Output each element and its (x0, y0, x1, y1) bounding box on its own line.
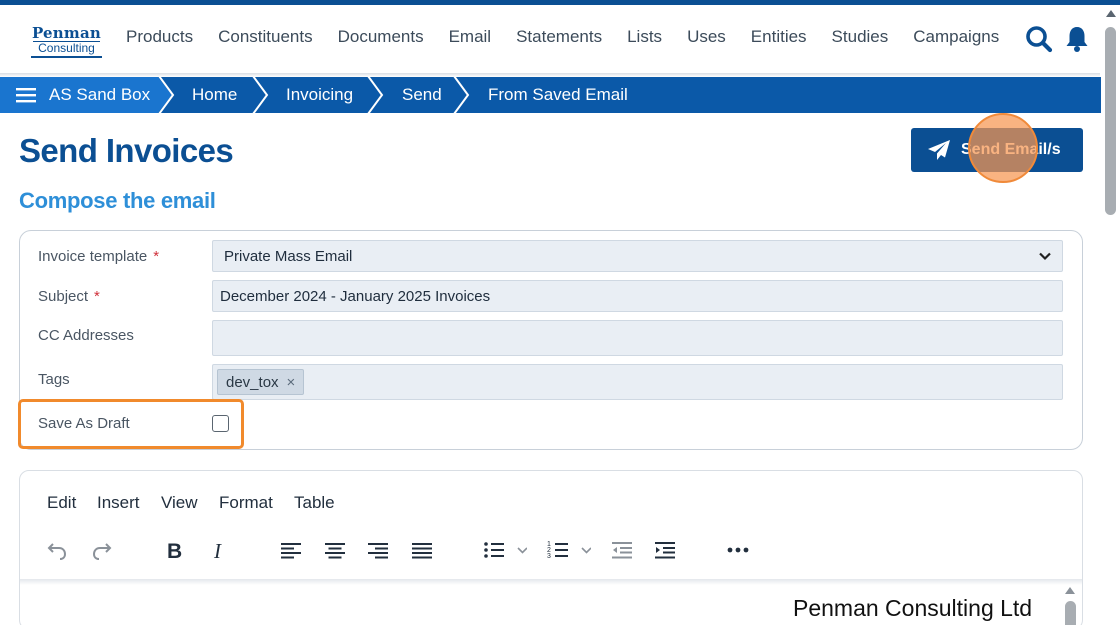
page-scrollbar[interactable] (1101, 5, 1120, 625)
remove-tag-icon[interactable]: × (287, 374, 296, 391)
italic-icon[interactable]: I (209, 539, 231, 566)
section-title: Compose the email (19, 188, 216, 213)
nav-statements[interactable]: Statements (516, 27, 602, 47)
subject-value: December 2024 - January 2025 Invoices (220, 288, 491, 305)
chevron-right-icon (367, 77, 384, 113)
logo-line2: Consulting (38, 41, 95, 55)
nav-uses[interactable]: Uses (687, 27, 726, 47)
align-left-icon[interactable] (280, 539, 302, 566)
chevron-right-icon (158, 77, 175, 113)
menu-view[interactable]: View (161, 493, 198, 513)
hamburger-menu-icon[interactable] (16, 87, 36, 103)
main-nav: Products Constituents Documents Email St… (126, 27, 1024, 47)
menu-edit[interactable]: Edit (47, 493, 76, 513)
send-email-button[interactable]: Send Email/s (911, 128, 1083, 172)
chevron-down-icon (1039, 252, 1051, 261)
undo-icon[interactable] (46, 539, 68, 566)
save-as-draft-checkbox[interactable] (212, 415, 229, 432)
editor-scrollbar-thumb[interactable] (1065, 601, 1076, 625)
align-justify-icon[interactable] (411, 539, 433, 566)
nav-lists[interactable]: Lists (627, 27, 662, 47)
tag-chip: dev_tox × (217, 369, 305, 395)
nav-campaigns[interactable]: Campaigns (913, 27, 999, 47)
breadcrumb-from-saved-email[interactable]: From Saved Email (488, 77, 628, 113)
paper-plane-icon (928, 140, 950, 160)
nav-documents[interactable]: Documents (338, 27, 424, 47)
align-center-icon[interactable] (324, 539, 346, 566)
invoice-template-value: Private Mass Email (224, 248, 353, 265)
invoice-template-label: Invoice template * (38, 248, 159, 265)
send-email-button-label: Send Email/s (961, 141, 1061, 158)
nav-constituents[interactable]: Constituents (218, 27, 313, 47)
indent-icon[interactable] (654, 539, 676, 566)
tags-input[interactable]: dev_tox × (212, 364, 1063, 400)
menu-table[interactable]: Table (294, 493, 335, 513)
bullet-list-icon[interactable] (483, 539, 528, 566)
penman-consulting-logo[interactable]: Penman Consulting (31, 25, 102, 58)
svg-text:3: 3 (547, 553, 551, 560)
chevron-right-icon (453, 77, 470, 113)
editor-content-heading[interactable]: Penman Consulting Ltd (793, 595, 1032, 622)
breadcrumb-send[interactable]: Send (402, 77, 442, 113)
bell-icon[interactable] (1064, 25, 1090, 58)
breadcrumb-home[interactable]: Home (192, 77, 237, 113)
more-icon[interactable] (727, 539, 749, 566)
align-right-icon[interactable] (367, 539, 389, 566)
logo-divider (33, 41, 100, 42)
breadcrumb-root[interactable]: AS Sand Box (0, 77, 158, 113)
menu-format[interactable]: Format (219, 493, 273, 513)
svg-text:B: B (167, 540, 182, 561)
breadcrumb-invoicing[interactable]: Invoicing (286, 77, 353, 113)
redo-icon[interactable] (91, 539, 113, 566)
nav-entities[interactable]: Entities (751, 27, 807, 47)
subject-input[interactable]: December 2024 - January 2025 Invoices (212, 280, 1063, 312)
top-navbar: Penman Consulting Products Constituents … (0, 5, 1100, 73)
invoice-template-label-text: Invoice template (38, 248, 148, 265)
invoice-template-select[interactable]: Private Mass Email (212, 240, 1063, 272)
svg-text:I: I (213, 539, 222, 561)
breadcrumb-root-label: AS Sand Box (49, 85, 151, 104)
nav-email[interactable]: Email (449, 27, 492, 47)
required-marker: * (153, 248, 160, 265)
scroll-up-arrow-icon[interactable] (1064, 585, 1076, 595)
breadcrumb: AS Sand Box Home Invoicing Send From Sav… (0, 77, 1101, 113)
bold-icon[interactable]: B (164, 539, 186, 566)
nav-products[interactable]: Products (126, 27, 193, 47)
editor-menubar: Edit Insert View Format Table (20, 471, 1082, 531)
scroll-up-arrow-icon[interactable] (1106, 9, 1116, 17)
numbered-list-icon[interactable]: 123 (547, 539, 592, 566)
search-icon[interactable] (1025, 25, 1053, 58)
save-as-draft-label: Save As Draft (38, 415, 130, 432)
tag-chip-label: dev_tox (226, 373, 279, 391)
tags-label: Tags (38, 371, 70, 388)
subject-label-text: Subject (38, 288, 89, 305)
cc-addresses-input[interactable] (212, 320, 1063, 356)
menu-insert[interactable]: Insert (97, 493, 140, 513)
rich-text-editor: Edit Insert View Format Table B I 123 Pe… (19, 470, 1083, 625)
cc-addresses-label: CC Addresses (38, 327, 134, 344)
outdent-icon[interactable] (611, 539, 633, 566)
subject-label: Subject * (38, 288, 100, 305)
nav-studies[interactable]: Studies (832, 27, 889, 47)
chevron-right-icon (252, 77, 269, 113)
page-scrollbar-thumb[interactable] (1105, 27, 1116, 215)
email-settings-form: Invoice template * Private Mass Email Sub… (18, 230, 1083, 450)
logo-line1: Penman (31, 24, 102, 42)
toolbar-shadow (20, 579, 1082, 585)
page-title: Send Invoices (19, 132, 234, 169)
required-marker: * (94, 288, 100, 305)
